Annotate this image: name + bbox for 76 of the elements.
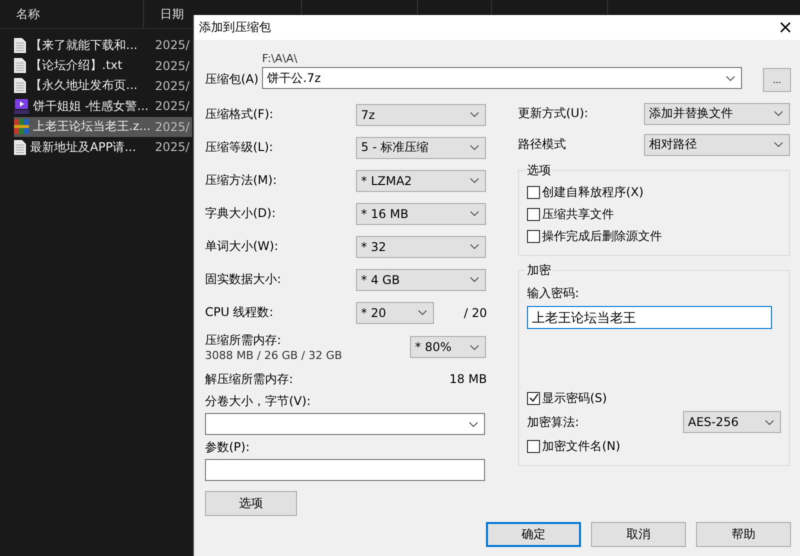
field-label: 单词大小(W): xyxy=(205,238,280,255)
file-row[interactable]: 最新地址及APP请... 2025/ xyxy=(14,136,192,158)
field-label: 分卷大小，字节(V): xyxy=(205,393,312,410)
check-icon xyxy=(528,393,538,403)
dropdown[interactable]: * LZMA2 xyxy=(356,170,486,192)
document-icon xyxy=(14,140,26,155)
group-title: 选项 xyxy=(526,162,552,179)
dropdown[interactable]: * 16 MB xyxy=(356,202,486,224)
file-name: 【来了就能下载和... xyxy=(29,36,138,54)
field-label: 更新方式(U): xyxy=(518,105,588,122)
password-field[interactable]: 上老王论坛当老王 xyxy=(527,306,772,329)
file-date: 2025/ xyxy=(154,140,190,154)
thread-total: / 20 xyxy=(464,306,487,320)
dropdown[interactable]: 5 - 标准压缩 xyxy=(356,136,486,158)
field-label: 解压缩所需内存: xyxy=(205,370,294,388)
field-label: 压缩包(A) xyxy=(205,71,260,88)
file-date: 2025/ xyxy=(154,38,190,52)
close-button[interactable]: × xyxy=(778,18,793,36)
field-label: 参数(P): xyxy=(205,439,251,456)
dropdown[interactable]: 7z xyxy=(356,104,486,126)
video-file-icon xyxy=(14,98,29,114)
archive-icon xyxy=(14,119,29,134)
field-label: 输入密码: xyxy=(527,285,580,302)
field-label: 路径模式 xyxy=(518,136,566,153)
field-label: 压缩格式(F): xyxy=(205,106,274,123)
file-name: 【永久地址发布页... xyxy=(29,77,138,94)
dropdown[interactable]: * 20 xyxy=(356,302,434,324)
file-row[interactable]: 【来了就能下载和... 2025/ xyxy=(14,35,192,56)
file-row[interactable]: 【永久地址发布页... 2025/ xyxy=(14,76,192,96)
memory-usage: 3088 MB / 26 GB / 32 GB xyxy=(205,349,344,362)
checkbox[interactable]: 创建自释放程序(X) xyxy=(527,181,781,203)
file-row[interactable]: 【论坛介绍】.txt 2025/ xyxy=(14,55,192,76)
field-label: 压缩方法(M): xyxy=(205,172,278,189)
browse-button[interactable]: ... xyxy=(763,68,791,92)
column-header[interactable]: 名称 xyxy=(16,6,40,22)
options-button[interactable]: 选项 xyxy=(205,491,297,516)
file-date: 2025/ xyxy=(154,99,190,114)
archive-path: F:\A\A\ xyxy=(262,52,298,65)
field-label: 固实数据大小: xyxy=(205,271,282,288)
file-name: 【论坛介绍】.txt xyxy=(29,57,124,74)
column-header[interactable]: 日期 xyxy=(160,6,184,22)
document-icon xyxy=(14,58,26,74)
file-date: 2025/ xyxy=(154,120,190,134)
dropdown[interactable]: * 4 GB xyxy=(356,268,486,290)
field-label: 字典大小(D): xyxy=(205,205,277,222)
field-label: 压缩所需内存: xyxy=(205,332,282,349)
file-date: 2025/ xyxy=(154,58,190,73)
field-label: CPU 线程数: xyxy=(205,304,274,321)
dropdown[interactable] xyxy=(205,413,485,435)
checkbox[interactable]: 显示密码(S) xyxy=(527,387,781,409)
memory-value: 18 MB xyxy=(449,372,487,386)
dialog-button[interactable]: 取消 xyxy=(591,522,686,547)
file-name: 最新地址及APP请... xyxy=(29,138,138,156)
file-row[interactable]: 上老王论坛当老王.z... 2025/ xyxy=(14,116,192,137)
dropdown[interactable]: * 32 xyxy=(356,236,486,258)
dialog-button[interactable]: 确定 xyxy=(486,522,581,547)
field-label: 压缩等级(L): xyxy=(205,139,274,156)
dropdown[interactable]: AES-256 xyxy=(683,411,781,433)
file-name: 饼干姐姐 -性感女警... xyxy=(32,98,150,115)
window-title: 添加到压缩包 xyxy=(199,19,271,36)
input-field[interactable] xyxy=(205,459,485,481)
file-row[interactable]: 饼干姐姐 -性感女警... 2025/ xyxy=(14,96,192,117)
dialog-button[interactable]: 帮助 xyxy=(696,522,791,547)
checkbox[interactable]: 操作完成后删除源文件 xyxy=(527,225,781,247)
file-name: 上老王论坛当老王.z... xyxy=(32,118,151,136)
document-icon xyxy=(14,78,26,94)
field-label: 加密算法: xyxy=(527,414,580,430)
document-icon xyxy=(14,38,26,53)
group-title: 加密 xyxy=(526,262,552,279)
dropdown[interactable]: * 80% xyxy=(410,336,486,358)
dropdown[interactable]: 添加并替换文件 xyxy=(644,102,790,124)
file-date: 2025/ xyxy=(154,78,190,93)
checkbox[interactable]: 加密文件名(N) xyxy=(527,435,781,457)
archive-name-field[interactable]: 饼干公.7z xyxy=(262,67,742,89)
checkbox[interactable]: 压缩共享文件 xyxy=(527,203,781,225)
dropdown[interactable]: 相对路径 xyxy=(644,134,790,156)
